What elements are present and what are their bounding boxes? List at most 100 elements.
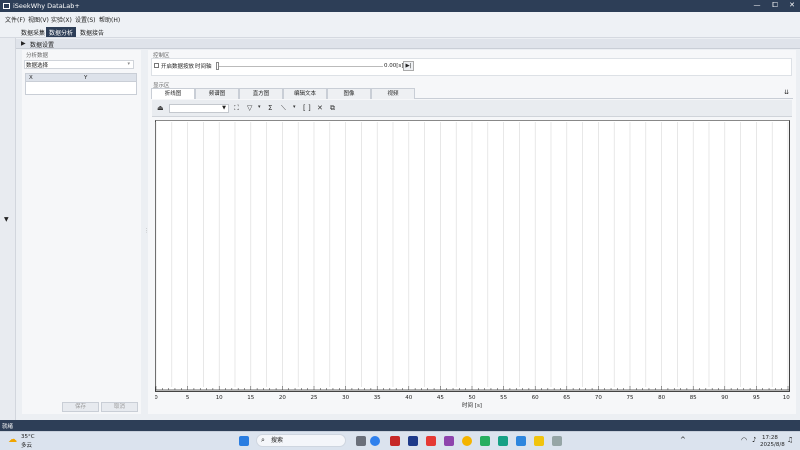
x-tick-label: 65 <box>563 395 570 401</box>
search-placeholder: 搜索 <box>271 437 284 444</box>
x-tick-label: 45 <box>437 395 444 401</box>
weather-temp: 35°C <box>21 434 35 440</box>
wps-icon[interactable] <box>426 436 436 446</box>
settings-header-label: 数据设置 <box>30 42 55 49</box>
time-value: 0.00[s] <box>384 63 404 69</box>
x-tick-label: 85 <box>690 395 697 401</box>
tab-video[interactable]: 视频 <box>371 88 415 99</box>
app-icon-purple[interactable] <box>444 436 454 446</box>
expand-right-icon[interactable]: ▶ <box>21 40 26 47</box>
tab-edit-text[interactable]: 编辑文本 <box>283 88 327 99</box>
wechat-icon[interactable] <box>480 436 490 446</box>
tab-line-chart[interactable]: 折线图 <box>151 88 195 99</box>
data-select-value: 数据选择 <box>26 63 49 69</box>
display-tabs: 折线图 频谱图 直方图 编辑文本 图像 视频 ⇊ <box>151 88 793 99</box>
eject-icon[interactable]: ⏏ <box>157 104 164 112</box>
cancel-button[interactable]: 取消 <box>101 402 138 412</box>
sum-icon[interactable]: Σ <box>268 104 272 112</box>
taskbar: ☁ 35°C 多云 ^ ◠ ♪ 17:28 2025/8/8 ♫ <box>0 431 800 450</box>
tray-chevron-icon[interactable]: ^ <box>680 436 686 444</box>
chart-toolbar: ⏏ ⛶ ▽ ▾ Σ ⟍ ▾ [ ] ✕ ⧉ <box>152 100 792 117</box>
x-tick-label: 5 <box>186 395 190 401</box>
menu-help[interactable]: 帮助(H) <box>99 15 120 24</box>
minimize-button[interactable]: — <box>750 1 764 9</box>
menu-file[interactable]: 文件(F) <box>5 15 25 24</box>
tab-data-collection[interactable]: 数据采集 <box>18 27 48 37</box>
timeline-slider-handle[interactable] <box>216 62 219 70</box>
clock-date[interactable]: 2025/8/8 <box>760 442 785 448</box>
menu-experiment[interactable]: 实验(X) <box>51 15 72 24</box>
tab-data-analysis[interactable]: 数据分析 <box>46 27 77 37</box>
timeline-slider[interactable] <box>216 66 383 67</box>
tab-histogram[interactable]: 直方图 <box>239 88 283 99</box>
search-icon: ⌕ <box>261 436 265 444</box>
close-button[interactable]: ✕ <box>785 1 799 9</box>
maximize-button[interactable]: ⧠ <box>768 1 782 10</box>
fit-line-icon[interactable]: ⟍ <box>281 104 286 113</box>
task-view-icon[interactable] <box>356 436 366 446</box>
datalab-taskbar-icon[interactable] <box>552 436 562 446</box>
line-chart: 0 5 10 15 20 25 30 35 40 45 50 55 60 65 70 75 80 85 90 95 10… <box>155 122 790 409</box>
series-select-chevron-icon: ▼ <box>222 105 226 111</box>
file-explorer-icon[interactable] <box>534 436 544 446</box>
photoshop-icon[interactable] <box>408 436 418 446</box>
menu-view[interactable]: 视图(V) <box>28 15 49 24</box>
tab-spectrum[interactable]: 频谱图 <box>195 88 239 99</box>
windows-start-icon[interactable] <box>239 436 249 446</box>
menu-settings[interactable]: 设置(S) <box>75 15 96 24</box>
x-tick-label: 30 <box>342 395 349 401</box>
taskbar-search[interactable]: ⌕ 搜索 <box>256 434 346 447</box>
clear-icon[interactable]: ✕ <box>317 104 323 112</box>
settings-header[interactable]: ▶ 数据设置 <box>16 39 800 49</box>
clock-time[interactable]: 17:28 <box>762 435 778 441</box>
x-tick-label: 10 <box>216 395 223 401</box>
fit-view-icon[interactable]: ⛶ <box>234 104 239 113</box>
x-tick-label: 75 <box>627 395 634 401</box>
data-select[interactable]: 数据选择 ▾ <box>24 60 134 69</box>
series-select[interactable]: ▼ <box>169 104 229 113</box>
filter-dropdown-icon[interactable]: ▾ <box>258 104 261 110</box>
x-tick-label: 50 <box>469 395 476 401</box>
x-tick-label: 20 <box>279 395 286 401</box>
analysis-section-label: 分析数据 <box>26 53 49 59</box>
x-tick-label: 95 <box>753 395 760 401</box>
control-box <box>151 58 792 76</box>
x-tick-label: 55 <box>500 395 507 401</box>
weather-desc: 多云 <box>21 443 33 449</box>
chrome-icon[interactable] <box>462 436 472 446</box>
save-button[interactable]: 保存 <box>62 402 99 412</box>
x-tick-label: 15 <box>247 395 254 401</box>
column-x: X <box>29 75 33 81</box>
fit-dropdown-icon[interactable]: ▾ <box>293 104 296 110</box>
analysis-panel <box>22 50 141 414</box>
app-icon-blue[interactable] <box>516 436 526 446</box>
weather-icon[interactable]: ☁ <box>8 435 17 445</box>
edge-icon[interactable] <box>370 436 380 446</box>
app-icon-teal[interactable] <box>498 436 508 446</box>
app-icon-red[interactable] <box>390 436 400 446</box>
tab-image[interactable]: 图像 <box>327 88 371 99</box>
volume-icon[interactable]: ♪ <box>752 436 756 444</box>
data-table-body <box>25 82 137 95</box>
x-axis-label: 时间 [s] <box>462 401 482 409</box>
chevron-down-icon: ▾ <box>127 61 130 67</box>
status-text: 就绪 <box>2 424 14 430</box>
bracket-icon[interactable]: [ ] <box>303 104 311 112</box>
x-tick-label: 100 <box>783 395 790 401</box>
wifi-icon[interactable]: ◠ <box>741 436 747 444</box>
x-tick-label: 70 <box>595 395 602 401</box>
notification-bell-icon[interactable]: ♫ <box>787 436 793 444</box>
tabs-menu-icon[interactable]: ⇊ <box>784 89 789 96</box>
x-tick-label: 80 <box>658 395 665 401</box>
timeline-label: 时间轴 <box>195 64 212 70</box>
expand-down-icon[interactable]: ▼ <box>4 216 9 223</box>
playback-checkbox[interactable] <box>154 63 159 68</box>
data-table-header: X Y <box>25 73 137 82</box>
x-tick-label: 40 <box>405 395 412 401</box>
column-y: Y <box>84 75 88 81</box>
tab-data-report[interactable]: 数据接告 <box>77 27 107 37</box>
copy-icon[interactable]: ⧉ <box>330 104 335 113</box>
filter-icon[interactable]: ▽ <box>247 104 252 112</box>
x-tick-label: 60 <box>532 395 539 401</box>
play-button[interactable]: ▶| <box>403 61 414 71</box>
